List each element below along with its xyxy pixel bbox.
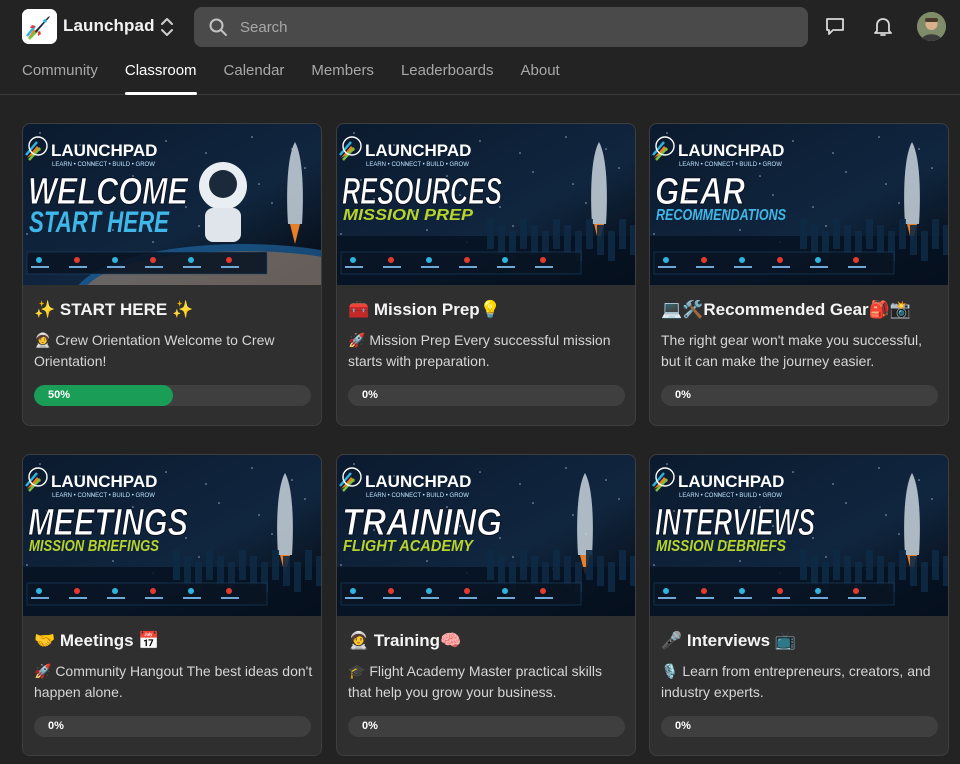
tab-leaderboards[interactable]: Leaderboards [401, 62, 494, 95]
top-bar: Launchpad Search Community Classroom Cal… [0, 0, 960, 95]
course-card[interactable]: LAUNCHPAD LEARN • CONNECT • BUILD • GROW R… [336, 123, 636, 426]
banner-brand-name: LAUNCHPAD [678, 141, 784, 160]
course-description: 🚀 Mission Prep Every successful mission … [348, 332, 611, 369]
progress-label: 0% [48, 720, 64, 732]
course-progress-bar: 0% [348, 385, 625, 406]
banner-tagline: LEARN • CONNECT • BUILD • GROW [52, 493, 155, 499]
course-description: 🚀 Community Hangout The best ideas don't… [34, 663, 313, 700]
chat-icon[interactable] [823, 14, 847, 38]
course-banner-image[interactable]: LAUNCHPAD LEARN • CONNECT • BUILD • GROW M… [23, 455, 321, 616]
tab-members[interactable]: Members [311, 62, 374, 95]
banner-subtitle: MISSION PREP [343, 207, 473, 224]
banner-tagline: LEARN • CONNECT • BUILD • GROW [366, 162, 469, 168]
course-title[interactable]: 🎤 Interviews 📺 [661, 631, 796, 651]
course-description: 🎙️ Learn from entrepreneurs, creators, a… [661, 663, 931, 700]
nav-tabs: Community Classroom Calendar Members Lea… [22, 62, 587, 95]
course-card[interactable]: LAUNCHPAD LEARN • CONNECT • BUILD • GROW I… [649, 454, 949, 756]
banner-brand-name: LAUNCHPAD [365, 141, 471, 160]
banner-subtitle: RECOMMENDATIONS [656, 207, 786, 224]
tab-calendar[interactable]: Calendar [224, 62, 285, 95]
tab-about[interactable]: About [521, 62, 560, 95]
banner-brand-name: LAUNCHPAD [51, 472, 157, 491]
banner-subtitle: START HERE [29, 206, 170, 239]
course-banner-image[interactable]: LAUNCHPAD LEARN • CONNECT • BUILD • GROW G… [650, 124, 948, 285]
course-progress-bar: 0% [34, 716, 311, 737]
progress-label: 50% [48, 389, 71, 401]
progress-label: 0% [675, 389, 691, 401]
banner-tagline: LEARN • CONNECT • BUILD • GROW [679, 493, 782, 499]
banner-brand-name: LAUNCHPAD [365, 472, 471, 491]
search-icon [208, 17, 228, 37]
course-card[interactable]: LAUNCHPAD LEARN • CONNECT • BUILD • GROW W… [22, 123, 322, 426]
course-title[interactable]: 💻🛠️Recommended Gear🎒📸 [661, 300, 911, 320]
course-banner-image[interactable]: LAUNCHPAD LEARN • CONNECT • BUILD • GROW T… [337, 455, 635, 616]
app-name[interactable]: Launchpad [63, 16, 155, 36]
banner-brand-name: LAUNCHPAD [678, 472, 784, 491]
search-bar[interactable] [194, 7, 808, 47]
progress-label: 0% [675, 720, 691, 732]
search-input[interactable] [240, 7, 790, 47]
course-banner-image[interactable]: LAUNCHPAD LEARN • CONNECT • BUILD • GROW R… [337, 124, 635, 285]
course-title[interactable]: 🧰 Mission Prep💡 [348, 300, 501, 320]
banner-tagline: LEARN • CONNECT • BUILD • GROW [52, 162, 155, 168]
course-progress-bar: 0% [348, 716, 625, 737]
course-card[interactable]: LAUNCHPAD LEARN • CONNECT • BUILD • GROW T… [336, 454, 636, 756]
tab-classroom[interactable]: Classroom [124, 62, 197, 95]
course-banner-image[interactable]: LAUNCHPAD LEARN • CONNECT • BUILD • GROW I… [650, 455, 948, 616]
course-description: 🎓 Flight Academy Master practical skills… [348, 663, 602, 700]
course-card[interactable]: LAUNCHPAD LEARN • CONNECT • BUILD • GROW G… [649, 123, 949, 426]
banner-subtitle: MISSION DEBRIEFS [656, 538, 786, 555]
banner-tagline: LEARN • CONNECT • BUILD • GROW [366, 493, 469, 499]
rocket-logo-icon[interactable] [22, 9, 57, 44]
bell-icon[interactable] [871, 14, 895, 38]
banner-subtitle: MISSION BRIEFINGS [29, 538, 159, 555]
avatar[interactable] [917, 12, 946, 41]
tab-community[interactable]: Community [22, 62, 98, 95]
course-card[interactable]: LAUNCHPAD LEARN • CONNECT • BUILD • GROW M… [22, 454, 322, 756]
course-title[interactable]: ✨ START HERE ✨ [34, 300, 193, 320]
banner-subtitle: FLIGHT ACADEMY [343, 538, 474, 555]
progress-label: 0% [362, 389, 378, 401]
course-title[interactable]: 🤝 Meetings 📅 [34, 631, 159, 651]
course-banner-image[interactable]: LAUNCHPAD LEARN • CONNECT • BUILD • GROW W… [23, 124, 321, 285]
banner-brand-name: LAUNCHPAD [51, 141, 157, 160]
course-description: 🧑‍🚀 Crew Orientation Welcome to Crew Ori… [34, 332, 275, 369]
course-title[interactable]: 🧑‍🚀 Training🧠 [348, 631, 461, 651]
course-description: The right gear won't make you successful… [661, 332, 923, 369]
chevron-up-down-icon[interactable] [158, 16, 176, 38]
course-progress-bar: 0% [661, 385, 938, 406]
banner-tagline: LEARN • CONNECT • BUILD • GROW [679, 162, 782, 168]
progress-label: 0% [362, 720, 378, 732]
course-progress-bar: 50% [34, 385, 311, 406]
course-progress-bar: 0% [661, 716, 938, 737]
